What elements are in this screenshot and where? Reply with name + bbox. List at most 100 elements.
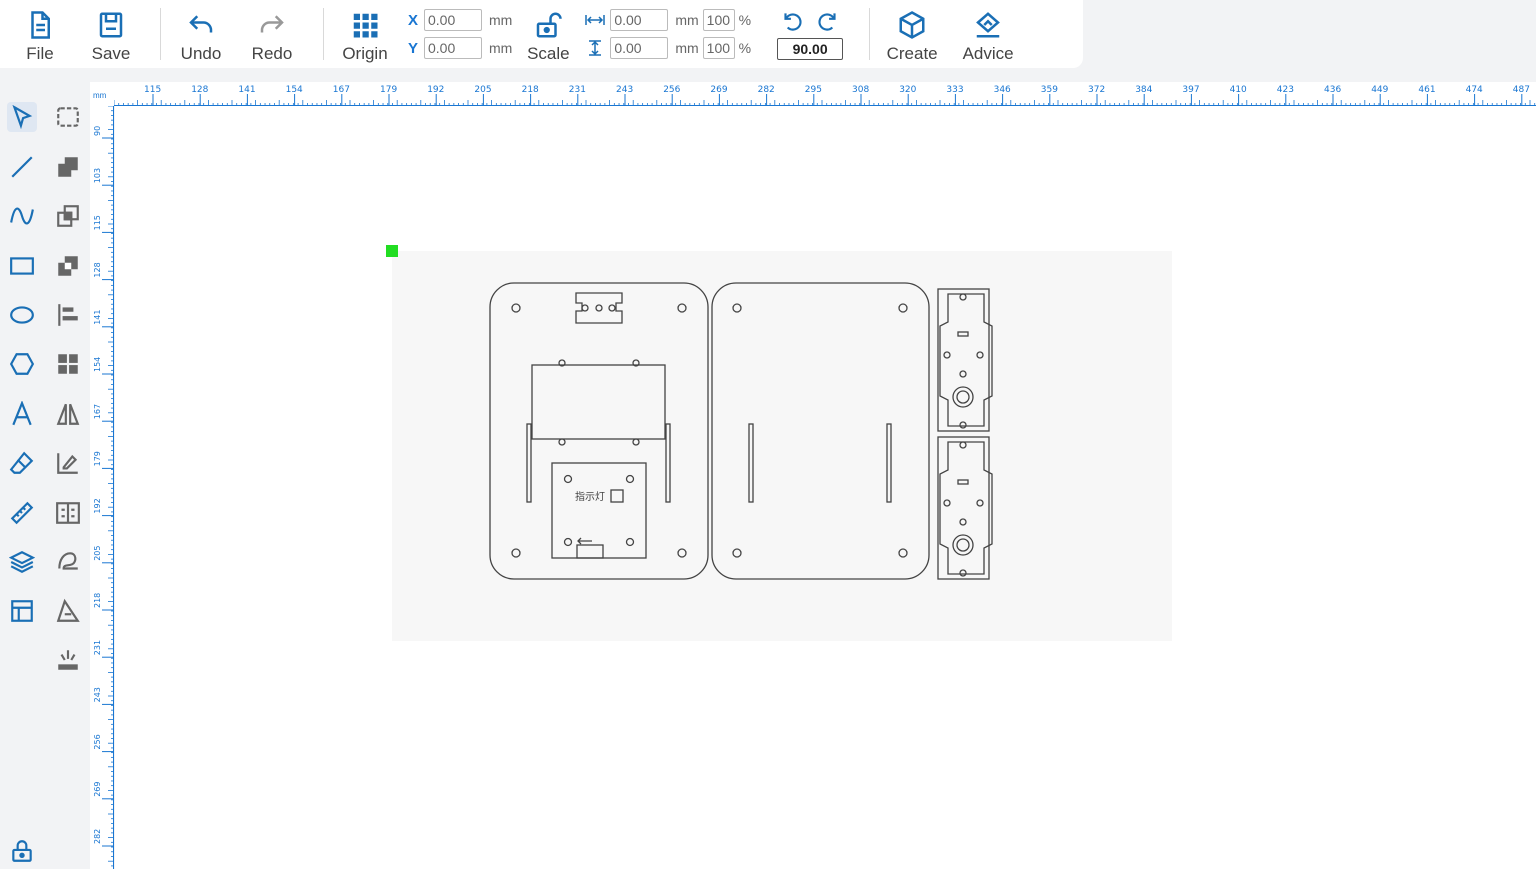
create-button[interactable]: Create <box>870 0 954 68</box>
ellipse-tool[interactable] <box>7 300 37 330</box>
ruler-label: 231 <box>93 640 102 655</box>
polygon-tool[interactable] <box>7 349 37 379</box>
switch-arrow <box>577 537 592 545</box>
scale-lock-button[interactable]: Scale <box>512 0 584 68</box>
height-input[interactable] <box>610 37 669 59</box>
height-percent-input[interactable] <box>702 37 735 59</box>
subtract-tool[interactable] <box>53 251 83 281</box>
select-tool[interactable] <box>7 102 37 132</box>
rotation-angle-input[interactable] <box>777 38 844 60</box>
curve-tool[interactable] <box>7 201 37 231</box>
ruler-label: 423 <box>1277 85 1294 95</box>
scale-label: Scale <box>527 44 570 63</box>
redo-button[interactable]: Redo <box>241 0 303 68</box>
save-button[interactable]: Save <box>80 0 142 68</box>
trace-outline-tool[interactable] <box>53 596 83 626</box>
ruler-label: 256 <box>663 85 680 95</box>
left-panel-outline[interactable] <box>489 282 709 580</box>
ruler-label: 397 <box>1182 85 1199 95</box>
mount-hole <box>563 537 573 547</box>
mount-hole <box>632 438 640 446</box>
save-icon <box>99 12 123 38</box>
trace-image-tool[interactable] <box>53 547 83 577</box>
eraser-tool[interactable] <box>7 448 37 478</box>
laser-icon <box>58 650 78 670</box>
origin-button[interactable]: Origin <box>324 0 406 68</box>
indicator-window <box>610 489 624 503</box>
x-unit: mm <box>489 12 513 28</box>
ruler-label: 359 <box>1041 85 1058 95</box>
laser-tool[interactable] <box>53 645 83 675</box>
ruler-label: 308 <box>852 85 869 95</box>
ruler-label: 115 <box>93 215 102 230</box>
trace-outline-icon <box>56 598 80 622</box>
middle-panel-outline[interactable] <box>711 282 930 580</box>
servo-bracket-top[interactable] <box>937 288 993 432</box>
ruler-label: 218 <box>93 593 102 608</box>
width-percent-symbol: % <box>738 12 752 28</box>
position-fields: X mm Y mm <box>406 0 512 68</box>
arrange-tool[interactable] <box>53 349 83 379</box>
mount-hole <box>558 438 566 446</box>
eraser-icon <box>9 451 34 474</box>
ruler-label: 205 <box>474 85 491 95</box>
mount-hole <box>581 304 589 312</box>
advice-label: Advice <box>962 44 1014 63</box>
rotate-cw-icon[interactable] <box>815 8 841 34</box>
ruler-label: 436 <box>1324 85 1341 95</box>
union-icon <box>58 157 78 177</box>
mount-hole <box>677 303 687 313</box>
slot <box>886 423 892 503</box>
horizontal-ruler-ticks: 115 128 141 154 167 179 192 205 218 231 243 256 269 2… <box>113 85 1536 106</box>
node-edit-tool[interactable] <box>53 102 83 132</box>
y-input[interactable] <box>424 37 482 59</box>
height-unit: mm <box>675 40 699 56</box>
line-icon <box>11 156 33 178</box>
trace-image-icon <box>58 552 78 570</box>
union-tool[interactable] <box>53 152 83 182</box>
distribute-tool[interactable] <box>53 498 83 528</box>
ruler-label: 256 <box>93 734 102 749</box>
file-label: File <box>26 44 54 63</box>
slot <box>748 423 754 503</box>
indicator-label: 指示灯 <box>575 490 605 503</box>
ruler-label: 243 <box>616 85 633 95</box>
switch-cutout <box>576 544 604 559</box>
ruler-label: 269 <box>93 782 102 797</box>
layout-tool[interactable] <box>7 596 37 626</box>
align-tool[interactable] <box>53 300 83 330</box>
advice-button[interactable]: Advice <box>954 0 1022 68</box>
file-button[interactable]: File <box>0 0 80 68</box>
line-tool[interactable] <box>7 152 37 182</box>
slot <box>665 423 671 503</box>
intersect-tool[interactable] <box>53 201 83 231</box>
cube-icon <box>899 11 925 39</box>
design-canvas[interactable]: 指示灯 <box>115 106 1536 869</box>
ruler-label: 218 <box>522 85 539 95</box>
layers-tool[interactable] <box>7 547 37 577</box>
text-tool[interactable] <box>7 399 37 429</box>
mirror-tool[interactable] <box>53 399 83 429</box>
redo-label: Redo <box>251 44 293 63</box>
size-fields: mm % mm % <box>584 0 751 68</box>
width-input[interactable] <box>610 9 669 31</box>
ruler-label: 205 <box>93 546 102 561</box>
width-percent-input[interactable] <box>702 9 735 31</box>
ruler-label: 384 <box>1135 85 1152 95</box>
servo-bracket-bottom[interactable] <box>937 436 993 580</box>
rotate-ccw-icon[interactable] <box>779 8 805 34</box>
rectangle-tool[interactable] <box>7 251 37 281</box>
ruler-label: 449 <box>1371 85 1388 95</box>
sign-icon <box>57 453 78 474</box>
measure-tool[interactable] <box>7 498 37 528</box>
align-left-icon <box>58 304 78 326</box>
distribute-icon <box>56 502 80 524</box>
subtract-icon <box>58 256 78 276</box>
ruler-label: 192 <box>93 498 102 513</box>
x-input[interactable] <box>424 9 482 31</box>
undo-button[interactable]: Undo <box>161 0 241 68</box>
file-icon <box>31 11 50 39</box>
lock-tool[interactable] <box>7 836 37 866</box>
feedback-pen-icon <box>976 12 1001 38</box>
sign-tool[interactable] <box>53 448 83 478</box>
